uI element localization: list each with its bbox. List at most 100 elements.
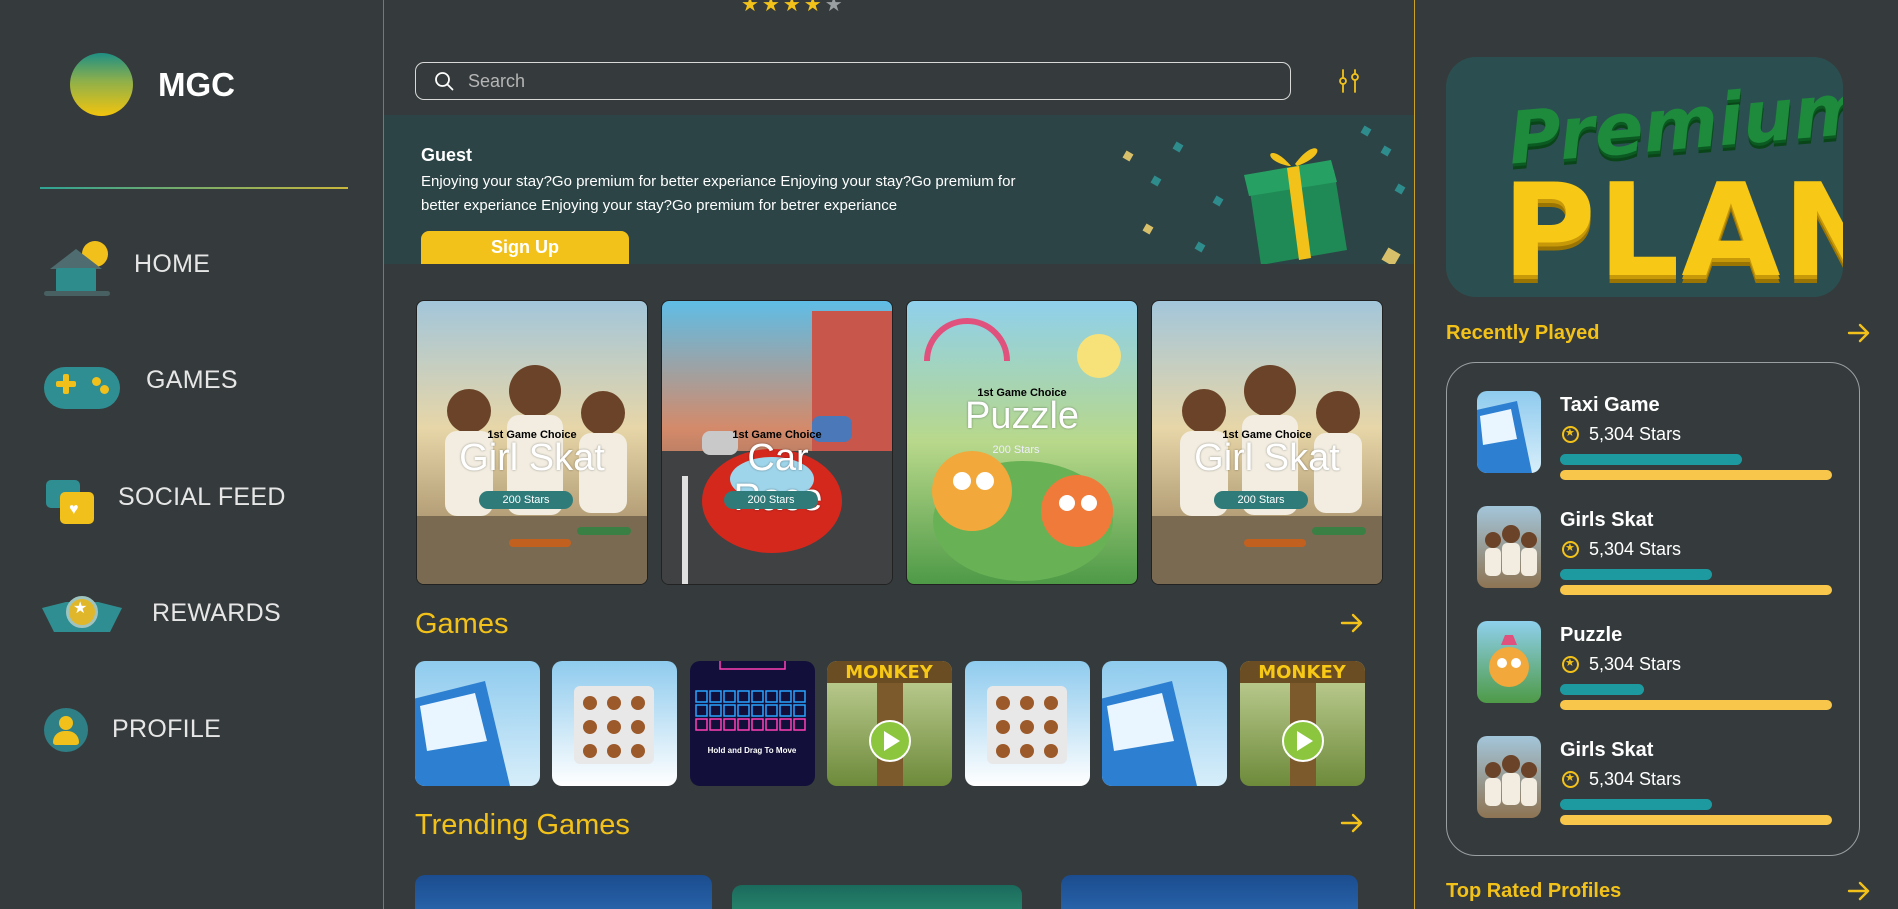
arrow-right-icon[interactable] <box>1846 320 1872 346</box>
game-tile-monkey[interactable]: MONKEY <box>827 661 952 786</box>
right-panel: Premium PLAN Recently Played Taxi Game 5… <box>1416 0 1898 909</box>
sidebar-item-label: PROFILE <box>112 714 222 743</box>
premium-plan-label: PLAN <box>1502 157 1843 297</box>
user-icon <box>40 694 100 764</box>
trending-section-title: Trending Games <box>415 809 630 841</box>
chat-bubbles-icon: ♥ <box>40 462 100 532</box>
game-tile-taxi[interactable] <box>415 661 540 786</box>
confetti-decoration <box>1381 247 1401 264</box>
sidebar-item-home[interactable]: HOME <box>40 224 210 304</box>
confetti-decoration <box>1394 183 1406 195</box>
sidebar-item-label: REWARDS <box>152 598 281 627</box>
trending-game-card[interactable] <box>415 875 712 909</box>
confetti-decoration <box>1150 175 1162 187</box>
sidebar-item-label: HOME <box>134 249 211 278</box>
search-icon <box>435 72 454 91</box>
game-tile-taxi[interactable] <box>1102 661 1227 786</box>
game-tile-monkey[interactable]: MONKEY <box>1240 661 1365 786</box>
game-title: Girl Skat <box>459 437 605 479</box>
stars-count: 5,304 Stars <box>1589 424 1682 444</box>
game-name: Girls Skat <box>1560 739 1654 761</box>
game-tile-mahjong[interactable] <box>965 661 1090 786</box>
recently-played-title: Recently Played <box>1446 322 1600 344</box>
confetti-decoration <box>1380 145 1392 157</box>
sidebar-item-label: GAMES <box>146 365 238 394</box>
stars-badge: 200 Stars <box>724 491 818 509</box>
stars-badge: 200 Stars <box>479 491 573 509</box>
sidebar-item-rewards[interactable]: ★ REWARDS <box>40 573 281 653</box>
top-rated-profiles-title: Top Rated Profiles <box>1446 880 1622 902</box>
game-name: Girls Skat <box>1560 509 1654 531</box>
sidebar: MGC HOME GAMES ♥ SOCIAL FEED ★ REWARDS P… <box>0 0 383 909</box>
recently-played-list: Taxi Game 5,304 Stars Girls Skat 5,304 S… <box>1446 362 1860 856</box>
trending-game-card[interactable] <box>1061 875 1358 909</box>
filter-sliders-icon[interactable] <box>1334 66 1364 96</box>
sidebar-item-games[interactable]: GAMES <box>40 340 238 420</box>
recently-played-item[interactable]: Girls Skat 5,304 Stars <box>1477 736 1837 825</box>
star-coin-icon <box>1562 771 1579 788</box>
star-coin-icon <box>1562 541 1579 558</box>
progress-track <box>1560 815 1832 825</box>
game-thumbnail <box>1477 506 1541 588</box>
progress-bar <box>1560 569 1712 580</box>
monkey-thumbnail: MONKEY <box>827 661 952 786</box>
stars-badge: 200 Stars <box>992 444 1040 456</box>
main-content: ★★★★★ Guest Enjoying your stay?Go premiu… <box>383 0 1415 909</box>
games-section-title: Games <box>415 608 509 640</box>
taxi-thumbnail <box>1102 681 1197 786</box>
tile-caption: Hold and Drag To Move <box>708 746 797 755</box>
trending-game-card[interactable] <box>732 885 1022 909</box>
game-title: Puzzle <box>964 395 1080 437</box>
mahjong-thumbnail <box>574 686 654 764</box>
confetti-decoration <box>1142 223 1154 235</box>
game-title: Girl Skat <box>1194 437 1340 479</box>
stars-count: 5,304 Stars <box>1589 654 1682 674</box>
guest-banner: Guest Enjoying your stay?Go premium for … <box>384 115 1414 264</box>
search-input[interactable] <box>468 63 1268 99</box>
confetti-decoration <box>1122 150 1134 162</box>
confetti-decoration <box>1360 125 1372 137</box>
stars-badge: 200 Stars <box>1214 491 1308 509</box>
featured-game-card[interactable]: 1st Game Choice Girl Skat 200 Stars <box>416 300 648 585</box>
confetti-decoration <box>1194 241 1206 253</box>
featured-game-card[interactable]: 1st Game Choice Puzzle 200 Stars <box>906 300 1138 585</box>
star-rating: ★★★★★ <box>741 0 846 16</box>
arrow-right-icon[interactable] <box>1339 610 1365 636</box>
progress-bar <box>1560 454 1742 465</box>
progress-track <box>1560 585 1832 595</box>
recently-played-item[interactable]: Girls Skat 5,304 Stars <box>1477 506 1837 595</box>
game-thumbnail <box>1477 621 1541 703</box>
featured-game-card[interactable]: 1st Game Choice Girl Skat 200 Stars <box>1151 300 1383 585</box>
search-bar[interactable] <box>415 62 1291 100</box>
tile-caption: MONKEY <box>845 662 934 683</box>
game-tile-mahjong[interactable] <box>552 661 677 786</box>
recently-played-item[interactable]: Puzzle 5,304 Stars <box>1477 621 1837 710</box>
progress-bar <box>1560 684 1644 695</box>
mahjong-thumbnail <box>987 686 1067 764</box>
game-tile-neon-blocks[interactable]: Hold and Drag To Move <box>690 661 815 786</box>
stars-count: 5,304 Stars <box>1589 539 1682 559</box>
arrow-right-icon[interactable] <box>1339 810 1365 836</box>
sign-up-button[interactable]: Sign Up <box>421 231 629 264</box>
banner-text: Enjoying your stay?Go premium for better… <box>421 173 1016 214</box>
sidebar-divider <box>40 187 348 189</box>
game-thumbnail <box>1477 736 1541 818</box>
star-coin-icon <box>1562 426 1579 443</box>
logo[interactable] <box>70 53 133 116</box>
sidebar-item-profile[interactable]: PROFILE <box>40 689 221 769</box>
progress-bar <box>1560 799 1712 810</box>
monkey-thumbnail: MONKEY <box>1240 661 1365 786</box>
game-thumbnail <box>1477 391 1541 473</box>
recently-played-item[interactable]: Taxi Game 5,304 Stars <box>1477 391 1837 480</box>
medal-icon: ★ <box>40 578 124 648</box>
sidebar-item-social-feed[interactable]: ♥ SOCIAL FEED <box>40 457 286 537</box>
featured-game-card[interactable]: 1st Game Choice Car Race 200 Stars <box>661 300 893 585</box>
arrow-right-icon[interactable] <box>1846 878 1872 904</box>
stars-count: 5,304 Stars <box>1589 769 1682 789</box>
taxi-thumbnail <box>415 681 510 786</box>
gift-icon <box>1244 148 1347 264</box>
gamepad-icon <box>40 345 124 415</box>
premium-plan-banner[interactable]: Premium PLAN <box>1446 57 1843 297</box>
neon-blocks-thumbnail: Hold and Drag To Move <box>695 661 806 755</box>
home-icon <box>40 229 124 299</box>
